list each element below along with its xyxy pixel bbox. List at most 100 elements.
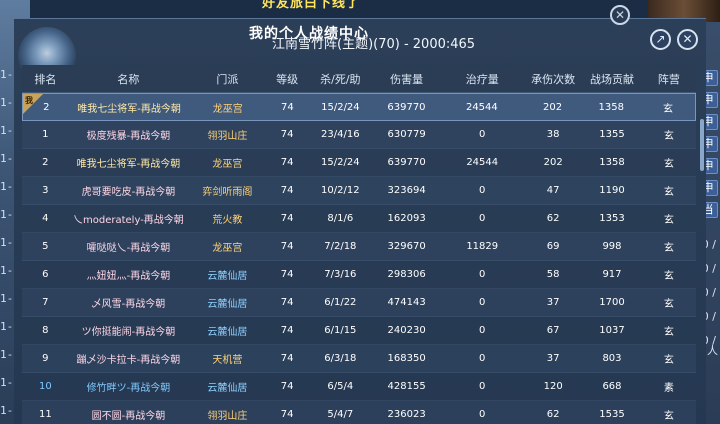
cell-damage: 323694 <box>387 185 426 196</box>
cell-sect: 天机营 <box>212 355 243 366</box>
cell-rank: 4 <box>42 213 49 224</box>
left-mark: 1- <box>0 236 14 249</box>
cell-damage: 298306 <box>387 269 426 280</box>
col-header-sect[interactable]: 门派 <box>188 71 266 87</box>
cell-camp: 玄 <box>663 215 674 226</box>
cell-hits: 62 <box>546 409 560 420</box>
cell-name: 灬妞妞灬-再战今朝 <box>86 271 171 282</box>
cell-damage: 162093 <box>387 213 426 224</box>
cell-kda: 6/5/4 <box>327 381 354 392</box>
cell-sect: 翎羽山庄 <box>207 131 248 142</box>
cell-damage: 639770 <box>387 101 426 113</box>
cell-camp: 玄 <box>663 411 674 422</box>
cell-kda: 7/2/18 <box>324 241 357 252</box>
col-header-heal[interactable]: 治疗量 <box>440 71 524 87</box>
table-row[interactable]: 10 修竹畔ツ-再战今朝 云麓仙居 74 6/5/4 428155 0 120 … <box>22 373 696 401</box>
battle-record-panel: ✕ 我的个人战绩中心 江南雪竹阵(主题)(70) - 2000:465 ↗ ✕ … <box>14 5 706 424</box>
cell-damage: 240230 <box>387 325 426 336</box>
cell-contribution: 1355 <box>599 129 625 140</box>
table-row[interactable]: 5 嚯哒哒乀-再战今朝 龙巫宫 74 7/2/18 329670 11829 6… <box>22 233 696 261</box>
table-row[interactable]: 11 圆不圆-再战今朝 翎羽山庄 74 5/4/7 236023 0 62 15… <box>22 401 696 424</box>
cell-name: 圆不圆-再战今朝 <box>91 411 166 422</box>
col-header-camp[interactable]: 阵营 <box>642 71 696 87</box>
col-header-level[interactable]: 等级 <box>267 71 308 87</box>
cell-hits: 67 <box>546 325 560 336</box>
cell-hits: 69 <box>546 241 560 252</box>
cell-rank: 3 <box>42 185 49 196</box>
cell-level: 74 <box>280 409 294 420</box>
col-header-rank[interactable]: 排名 <box>22 71 69 87</box>
cell-name: 唯我七尘将军-再战今朝 <box>77 103 181 115</box>
left-mark: 1- <box>0 68 14 81</box>
table-row-self[interactable]: 我 2 唯我七尘将军-再战今朝 龙巫宫 74 15/2/24 639770 24… <box>22 93 696 121</box>
table-row[interactable]: 8 ツ你挺能闹-再战今朝 云麓仙居 74 6/1/15 240230 0 67 … <box>22 317 696 345</box>
table-row[interactable]: 7 乄风雪-再战今朝 云麓仙居 74 6/1/22 474143 0 37 17… <box>22 289 696 317</box>
col-header-hits-taken[interactable]: 承伤次数 <box>524 71 582 87</box>
table-row[interactable]: 6 灬妞妞灬-再战今朝 云麓仙居 74 7/3/16 298306 0 58 9… <box>22 261 696 289</box>
left-mark: 1- <box>0 208 14 221</box>
cell-name: 嚯哒哒乀-再战今朝 <box>86 243 171 254</box>
table-row[interactable]: 9 蹦乄沙卡拉卡-再战今朝 天机营 74 6/3/18 168350 0 37 … <box>22 345 696 373</box>
left-mark: 1- <box>0 180 14 193</box>
cell-camp: 玄 <box>663 131 674 142</box>
cell-kda: 5/4/7 <box>327 409 354 420</box>
table-scrollbar[interactable] <box>700 119 704 171</box>
cell-camp: 玄 <box>663 299 674 310</box>
cell-camp: 玄 <box>663 355 674 366</box>
cell-level: 74 <box>280 297 294 308</box>
cell-contribution: 1535 <box>599 409 625 420</box>
cell-rank: 2 <box>42 157 49 168</box>
col-header-damage[interactable]: 伤害量 <box>373 71 440 87</box>
col-header-contribution[interactable]: 战场贡献 <box>582 71 642 87</box>
left-mark: 1- <box>0 376 14 389</box>
cell-contribution: 1700 <box>599 297 625 308</box>
cell-name: 修竹畔ツ-再战今朝 <box>86 383 171 394</box>
cell-heal: 0 <box>479 213 486 224</box>
close-icon[interactable]: ✕ <box>677 29 698 50</box>
cell-contribution: 998 <box>602 241 622 252</box>
cell-camp: 玄 <box>663 187 674 198</box>
cell-heal: 24544 <box>465 101 498 113</box>
cell-damage: 428155 <box>387 381 426 392</box>
cell-hits: 202 <box>543 101 563 113</box>
cell-kda: 15/2/24 <box>321 101 360 113</box>
cell-hits: 38 <box>546 129 560 140</box>
left-mark: 1- <box>0 348 14 361</box>
cell-level: 74 <box>280 269 294 280</box>
col-header-name[interactable]: 名称 <box>69 71 188 87</box>
cell-heal: 0 <box>479 409 486 420</box>
cell-heal: 0 <box>479 353 486 364</box>
cell-hits: 62 <box>546 213 560 224</box>
top-close-icon[interactable]: ✕ <box>610 5 630 25</box>
left-mark: 1- <box>0 124 14 137</box>
cell-contribution: 1358 <box>599 157 625 168</box>
cell-camp: 玄 <box>663 327 674 338</box>
col-header-kda[interactable]: 杀/死/助 <box>308 71 373 87</box>
cell-damage: 630779 <box>387 129 426 140</box>
table-row[interactable]: 1 极度残暴-再战今朝 翎羽山庄 74 23/4/16 630779 0 38 … <box>22 121 696 149</box>
table-row[interactable]: 3 虎哥要吃皮-再战今朝 弈剑听雨阁 74 10/2/12 323694 0 4… <box>22 177 696 205</box>
cell-sect: 云麓仙居 <box>207 383 248 394</box>
cell-heal: 24544 <box>466 157 499 168</box>
cell-hits: 37 <box>546 353 560 364</box>
left-mark: 1- <box>0 292 14 305</box>
cell-heal: 0 <box>479 129 486 140</box>
battle-stats-table: 排名 名称 门派 等级 杀/死/助 伤害量 治疗量 承伤次数 战场贡献 阵营 我… <box>22 65 696 424</box>
cell-name: 乄风雪-再战今朝 <box>91 299 166 310</box>
cell-name: 虎哥要吃皮-再战今朝 <box>81 187 176 198</box>
system-notice: 好友旅白下线了 <box>262 0 361 11</box>
table-row[interactable]: 2 唯我七尘将军-再战今朝 龙巫宫 74 15/2/24 639770 2454… <box>22 149 696 177</box>
table-body: 我 2 唯我七尘将军-再战今朝 龙巫宫 74 15/2/24 639770 24… <box>22 93 696 424</box>
cell-rank: 11 <box>38 409 52 420</box>
cell-rank: 8 <box>42 325 49 336</box>
cell-heal: 0 <box>479 185 486 196</box>
cell-level: 74 <box>280 241 294 252</box>
share-icon[interactable]: ↗ <box>650 29 671 50</box>
cell-heal: 0 <box>479 269 486 280</box>
cell-name: 蹦乄沙卡拉卡-再战今朝 <box>76 355 181 366</box>
cell-sect: 云麓仙居 <box>207 299 248 310</box>
cell-name: ツ你挺能闹-再战今朝 <box>81 327 176 338</box>
cell-rank: 9 <box>42 353 49 364</box>
cell-level: 74 <box>280 129 294 140</box>
table-row[interactable]: 4 乀moderately-再战今朝 荒火教 74 8/1/6 162093 0… <box>22 205 696 233</box>
